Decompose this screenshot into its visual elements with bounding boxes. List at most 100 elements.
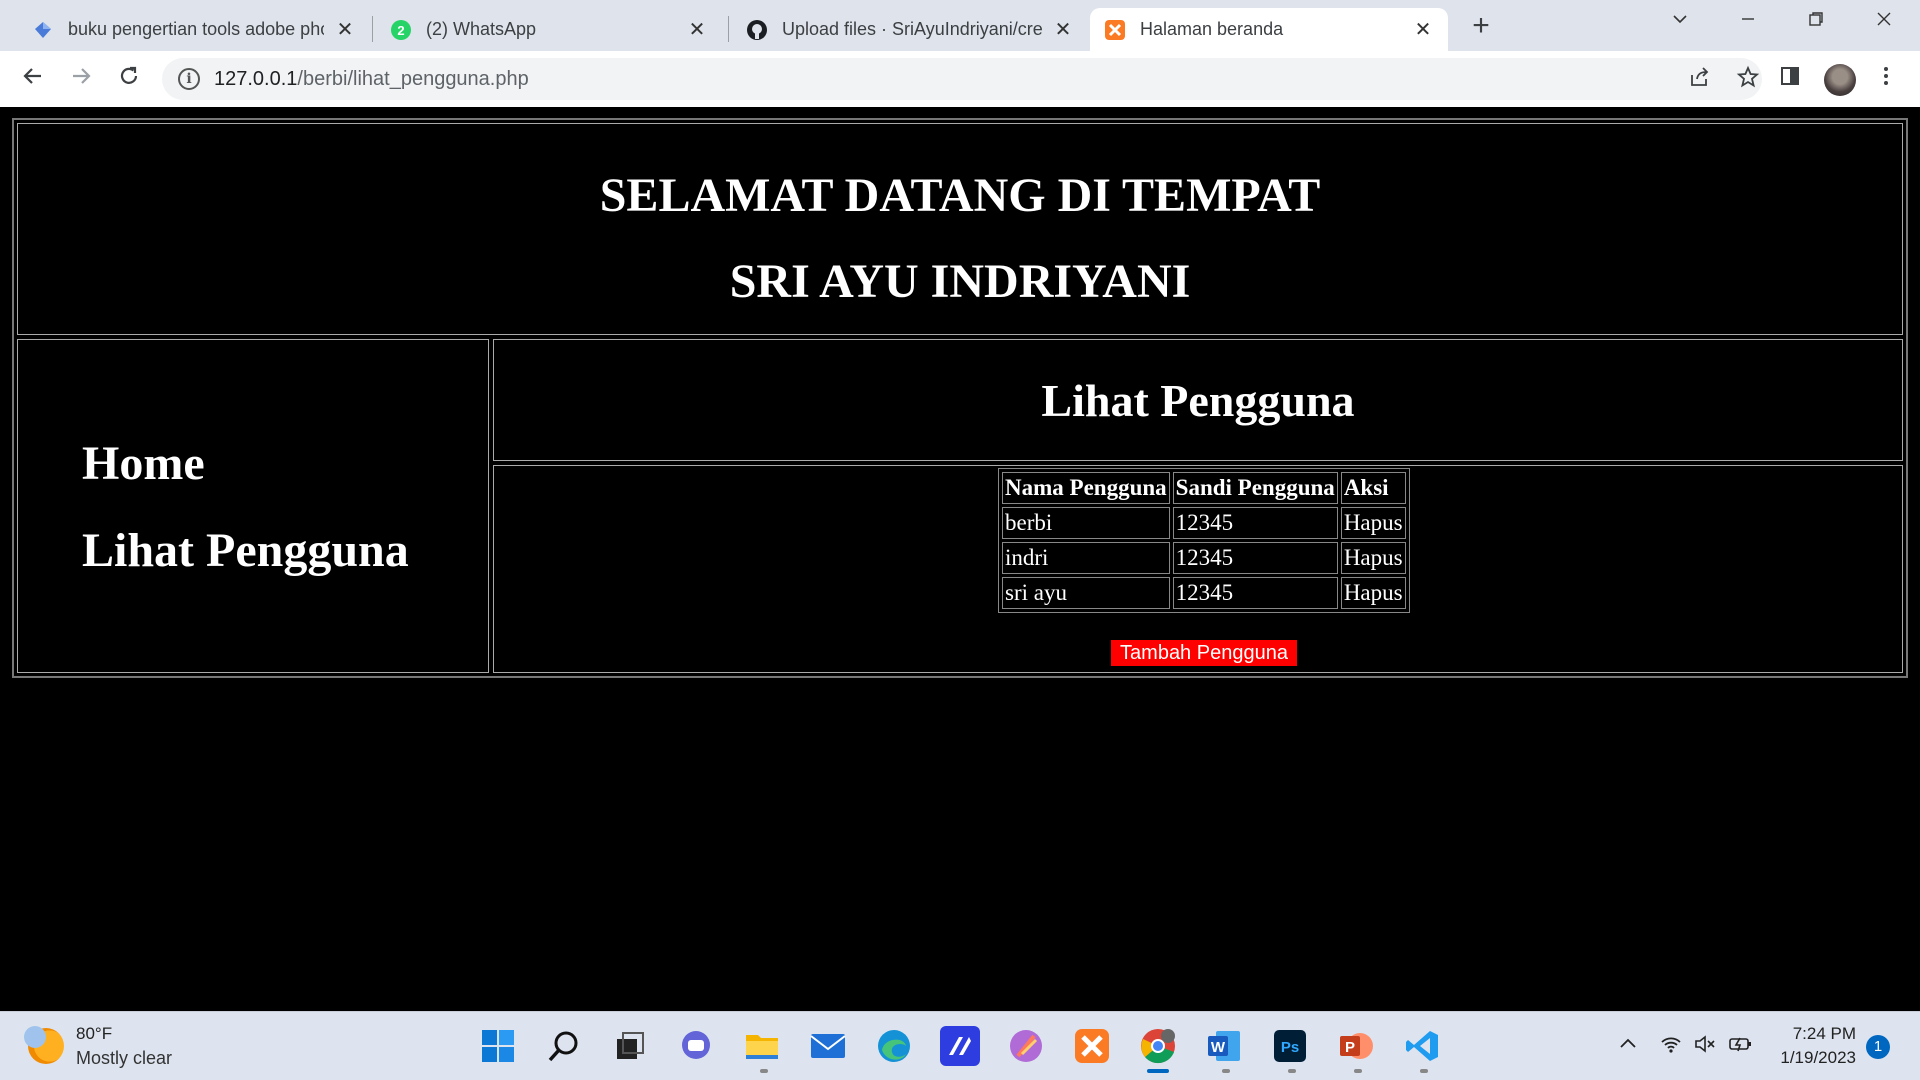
side-panel-icon[interactable] xyxy=(1776,65,1804,93)
windows-start-icon[interactable] xyxy=(478,1026,518,1066)
tab-title: buku pengertian tools adobe pho xyxy=(68,19,324,39)
powerpoint-icon[interactable]: P xyxy=(1336,1026,1376,1066)
url-host: 127.0.0.1 xyxy=(214,68,298,90)
header-title-line2: SRI AYU INDRIYANI xyxy=(729,255,1191,308)
forward-button[interactable] xyxy=(64,62,98,96)
content-cell: Nama Pengguna Sandi Pengguna Aksi berbi … xyxy=(493,465,1903,673)
svg-text:2: 2 xyxy=(397,23,404,38)
add-user-button[interactable]: Tambah Pengguna xyxy=(1111,640,1297,666)
profile-avatar[interactable] xyxy=(1824,64,1856,96)
xampp-icon[interactable] xyxy=(1072,1026,1112,1066)
username-cell: indri xyxy=(1002,542,1170,574)
file-explorer-icon[interactable] xyxy=(742,1026,782,1066)
tab-title: (2) WhatsApp xyxy=(426,19,537,39)
running-indicator xyxy=(1354,1069,1362,1073)
restore-button[interactable] xyxy=(1798,8,1834,36)
clock-date: 1/19/2023 xyxy=(1780,1048,1856,1067)
section-title: Lihat Pengguna xyxy=(1041,375,1355,426)
delete-link[interactable]: Hapus xyxy=(1340,577,1406,609)
share-icon[interactable] xyxy=(1686,65,1714,93)
diamond-icon xyxy=(32,19,54,41)
edge-icon[interactable] xyxy=(874,1026,914,1066)
notification-badge[interactable]: 1 xyxy=(1866,1035,1890,1059)
column-header: Sandi Pengguna xyxy=(1172,472,1338,504)
tab-search-chevron-icon[interactable] xyxy=(1662,8,1698,36)
running-indicator xyxy=(1420,1069,1428,1073)
battery-charging-icon[interactable] xyxy=(1728,1034,1754,1060)
tab-separator xyxy=(372,16,373,42)
menu-link-home[interactable]: Home xyxy=(82,436,205,491)
mail-icon[interactable] xyxy=(808,1026,848,1066)
bookmark-star-icon[interactable] xyxy=(1734,65,1762,93)
new-tab-button[interactable]: + xyxy=(1466,11,1496,42)
system-clock[interactable]: 7:24 PM 1/19/2023 xyxy=(1756,1022,1856,1070)
xampp-icon xyxy=(1104,19,1126,41)
close-icon[interactable]: ✕ xyxy=(334,19,356,41)
table-row: sri ayu 12345 Hapus xyxy=(1002,577,1406,609)
password-cell: 12345 xyxy=(1172,542,1338,574)
sidebar-menu: Home Lihat Pengguna xyxy=(17,339,489,673)
close-window-button[interactable] xyxy=(1866,8,1902,36)
volume-muted-icon[interactable] xyxy=(1694,1034,1718,1060)
weather-temperature: 80°F xyxy=(76,1024,113,1043)
clock-time: 7:24 PM xyxy=(1792,1024,1856,1043)
page-viewport: SELAMAT DATANG DI TEMPAT SRI AYU INDRIYA… xyxy=(0,107,1920,1011)
column-header: Nama Pengguna xyxy=(1002,472,1170,504)
tab-whatsapp[interactable]: 2 (2) WhatsApp ✕ xyxy=(376,8,722,51)
word-icon[interactable]: W xyxy=(1204,1026,1244,1066)
svg-text:P: P xyxy=(1345,1039,1355,1056)
browser-tab-strip: buku pengertian tools adobe pho ✕ 2 (2) … xyxy=(0,0,1920,51)
stylus-app-icon[interactable] xyxy=(940,1026,980,1066)
username-cell: berbi xyxy=(1002,507,1170,539)
running-indicator xyxy=(1288,1069,1296,1073)
password-cell: 12345 xyxy=(1172,577,1338,609)
task-view-icon[interactable] xyxy=(610,1026,650,1066)
running-indicator xyxy=(760,1069,768,1073)
username-cell: sri ayu xyxy=(1002,577,1170,609)
vscode-icon[interactable] xyxy=(1402,1026,1442,1066)
delete-link[interactable]: Hapus xyxy=(1340,507,1406,539)
back-button[interactable] xyxy=(16,62,50,96)
browser-toolbar: i 127.0.0.1/berbi/lihat_pengguna.php xyxy=(0,51,1920,107)
minimize-button[interactable] xyxy=(1730,8,1766,36)
url-path: /berbi/lihat_pengguna.php xyxy=(297,68,529,90)
header-title-line1: SELAMAT DATANG DI TEMPAT xyxy=(599,169,1321,222)
weather-condition: Mostly clear xyxy=(76,1048,173,1068)
delete-link[interactable]: Hapus xyxy=(1340,542,1406,574)
windows-taskbar: 80°F Mostly clear W Ps P 7:24 PM 1/19/20… xyxy=(0,1011,1920,1080)
tab-buku-pengertian[interactable]: buku pengertian tools adobe pho ✕ xyxy=(18,8,370,51)
chrome-icon[interactable] xyxy=(1138,1026,1178,1066)
site-info-icon[interactable]: i xyxy=(178,68,200,90)
active-indicator xyxy=(1147,1069,1169,1073)
table-row: indri 12345 Hapus xyxy=(1002,542,1406,574)
running-indicator xyxy=(1222,1069,1230,1073)
more-menu-icon[interactable] xyxy=(1872,65,1900,93)
address-bar[interactable]: i 127.0.0.1/berbi/lihat_pengguna.php xyxy=(162,58,1762,100)
photoshop-icon[interactable]: Ps xyxy=(1270,1026,1310,1066)
chat-icon[interactable] xyxy=(676,1026,716,1066)
weather-cloud-icon xyxy=(24,1026,46,1048)
tab-title: Upload files · SriAyuIndriyani/cre xyxy=(782,19,1042,39)
svg-text:W: W xyxy=(1211,1039,1226,1056)
github-icon xyxy=(746,19,768,41)
url-text: 127.0.0.1/berbi/lihat_pengguna.php xyxy=(214,68,529,91)
tab-github-upload[interactable]: Upload files · SriAyuIndriyani/cre ✕ xyxy=(732,8,1088,51)
close-icon[interactable]: ✕ xyxy=(686,19,708,41)
close-icon[interactable]: ✕ xyxy=(1052,19,1074,41)
svg-text:Ps: Ps xyxy=(1281,1039,1299,1056)
tray-chevron-up-icon[interactable] xyxy=(1618,1034,1638,1060)
wifi-icon[interactable] xyxy=(1660,1034,1682,1060)
reload-button[interactable] xyxy=(112,62,146,96)
column-header: Aksi xyxy=(1340,472,1406,504)
tab-halaman-beranda[interactable]: Halaman beranda ✕ xyxy=(1090,8,1448,51)
search-icon[interactable] xyxy=(544,1026,584,1066)
feather-app-icon[interactable] xyxy=(1006,1026,1046,1066)
tab-separator xyxy=(728,16,729,42)
table-row: berbi 12345 Hapus xyxy=(1002,507,1406,539)
close-icon[interactable]: ✕ xyxy=(1412,19,1434,41)
menu-link-lihat-pengguna[interactable]: Lihat Pengguna xyxy=(82,523,409,578)
users-table: Nama Pengguna Sandi Pengguna Aksi berbi … xyxy=(998,468,1410,613)
whatsapp-icon: 2 xyxy=(390,19,412,41)
section-title-cell: Lihat Pengguna xyxy=(493,339,1903,461)
layout-table: SELAMAT DATANG DI TEMPAT SRI AYU INDRIYA… xyxy=(12,118,1908,678)
